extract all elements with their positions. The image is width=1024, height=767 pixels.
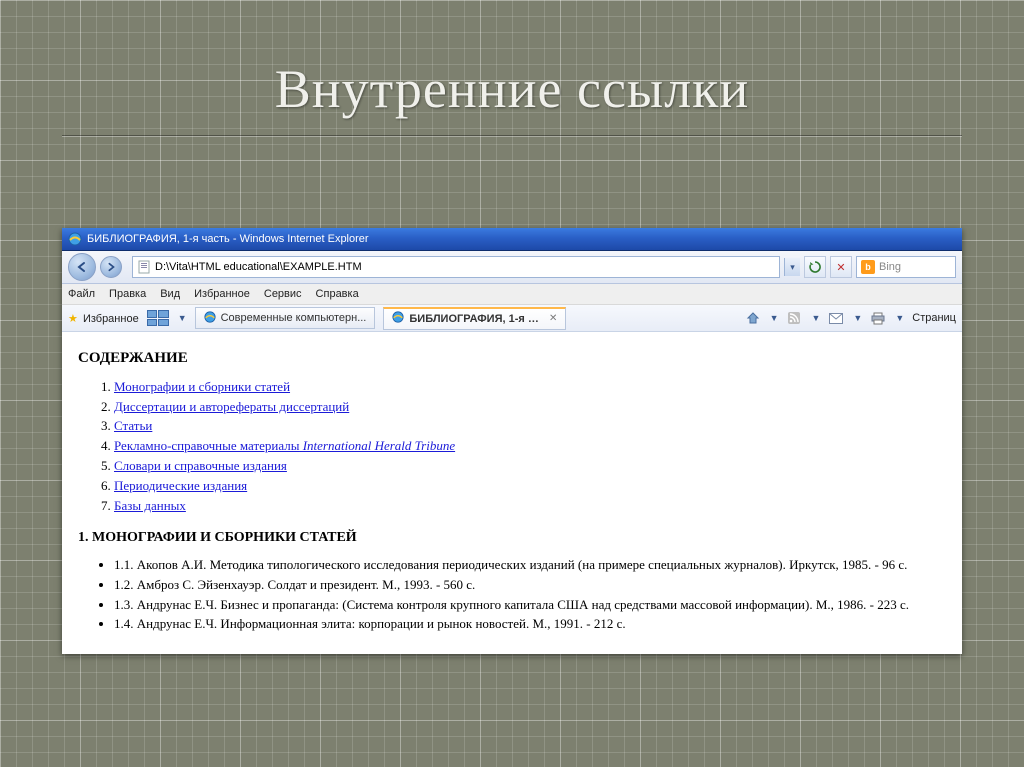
back-button[interactable]	[68, 253, 96, 281]
bibliography-list: 1.1. Акопов А.И. Методика типологическог…	[78, 556, 946, 634]
title-underline	[62, 135, 962, 137]
search-placeholder: Bing	[879, 261, 901, 273]
menu-edit[interactable]: Правка	[109, 288, 146, 300]
toc-link-4[interactable]: Рекламно-справочные материалы Internatio…	[114, 438, 455, 453]
toc-item: Словари и справочные издания	[114, 457, 946, 476]
toc-item: Базы данных	[114, 497, 946, 516]
command-bar: ▼ ▼ ▼ ▼ Страниц	[745, 310, 956, 326]
page-content: СОДЕРЖАНИЕ Монографии и сборники статей …	[62, 332, 962, 654]
address-text: D:\Vita\HTML educational\EXAMPLE.HTM	[155, 261, 775, 273]
toc-link-3[interactable]: Статьи	[114, 418, 152, 433]
browser-tab-1[interactable]: Современные компьютерн...	[195, 307, 376, 329]
ie-logo-icon	[392, 311, 404, 326]
stop-button[interactable]: ✕	[830, 256, 852, 278]
tab-close-icon[interactable]: ✕	[549, 313, 557, 324]
menu-file[interactable]: Файл	[68, 288, 95, 300]
toc-link-5[interactable]: Словари и справочные издания	[114, 458, 287, 473]
navigation-toolbar: D:\Vita\HTML educational\EXAMPLE.HTM ▾ ✕…	[62, 251, 962, 284]
ie-logo-icon	[68, 232, 82, 246]
quick-tabs-dropdown-icon[interactable]: ▼	[178, 313, 187, 323]
toc-item: Диссертации и авторефераты диссертаций	[114, 398, 946, 417]
quick-tabs-icon[interactable]	[147, 310, 169, 326]
toc-list: Монографии и сборники статей Диссертации…	[78, 378, 946, 516]
refresh-button[interactable]	[804, 256, 826, 278]
favorites-label: Избранное	[83, 313, 139, 325]
window-titlebar[interactable]: БИБЛИОГРАФИЯ, 1-я часть - Windows Intern…	[62, 228, 962, 251]
menu-fav[interactable]: Избранное	[194, 288, 250, 300]
toc-item: Монографии и сборники статей	[114, 378, 946, 397]
window-title-text: БИБЛИОГРАФИЯ, 1-я часть - Windows Intern…	[87, 233, 369, 245]
page-menu-label[interactable]: Страниц	[912, 312, 956, 324]
toc-item: Периодические издания	[114, 477, 946, 496]
bing-icon: b	[861, 260, 875, 274]
toc-link-1[interactable]: Монографии и сборники статей	[114, 379, 290, 394]
mail-icon[interactable]	[828, 310, 844, 326]
toc-item: Рекламно-справочные материалы Internatio…	[114, 437, 946, 456]
slide-title: Внутренние ссылки	[0, 58, 1024, 120]
tab-label: Современные компьютерн...	[221, 312, 367, 324]
page-file-icon	[137, 260, 151, 274]
menu-bar: Файл Правка Вид Избранное Сервис Справка	[62, 284, 962, 305]
bibliography-entry: 1.3. Андрунас Е.Ч. Бизнес и пропаганда: …	[114, 596, 946, 615]
section-heading: 1. МОНОГРАФИИ И СБОРНИКИ СТАТЕЙ	[78, 528, 946, 548]
star-icon: ★	[68, 313, 78, 325]
home-icon[interactable]	[745, 310, 761, 326]
browser-window: БИБЛИОГРАФИЯ, 1-я часть - Windows Intern…	[62, 228, 962, 654]
browser-tab-2[interactable]: БИБЛИОГРАФИЯ, 1-я ча... ✕	[383, 307, 566, 330]
toc-heading: СОДЕРЖАНИЕ	[78, 348, 946, 370]
menu-view[interactable]: Вид	[160, 288, 180, 300]
toc-item: Статьи	[114, 417, 946, 436]
menu-help[interactable]: Справка	[316, 288, 359, 300]
tab-label: БИБЛИОГРАФИЯ, 1-я ча...	[409, 313, 544, 325]
print-icon[interactable]	[870, 310, 886, 326]
favorites-bar: ★ Избранное ▼ Современные компьютерн... …	[62, 305, 962, 332]
feeds-icon[interactable]	[786, 310, 802, 326]
search-box[interactable]: b Bing	[856, 256, 956, 278]
bibliography-entry: 1.1. Акопов А.И. Методика типологическог…	[114, 556, 946, 575]
toc-link-6[interactable]: Периодические издания	[114, 478, 247, 493]
address-dropdown-button[interactable]: ▾	[784, 258, 800, 276]
bibliography-entry: 1.4. Андрунас Е.Ч. Информационная элита:…	[114, 615, 946, 634]
bibliography-entry: 1.2. Амброз С. Эйзенхауэр. Солдат и през…	[114, 576, 946, 595]
menu-tools[interactable]: Сервис	[264, 288, 302, 300]
favorites-button[interactable]: ★ Избранное	[68, 312, 139, 325]
address-bar[interactable]: D:\Vita\HTML educational\EXAMPLE.HTM	[132, 256, 780, 278]
slide-background: Внутренние ссылки БИБЛИОГРАФИЯ, 1-я част…	[0, 0, 1024, 767]
ie-logo-icon	[204, 311, 216, 326]
forward-button[interactable]	[100, 256, 122, 278]
toc-link-2[interactable]: Диссертации и авторефераты диссертаций	[114, 399, 349, 414]
toc-link-7[interactable]: Базы данных	[114, 498, 186, 513]
